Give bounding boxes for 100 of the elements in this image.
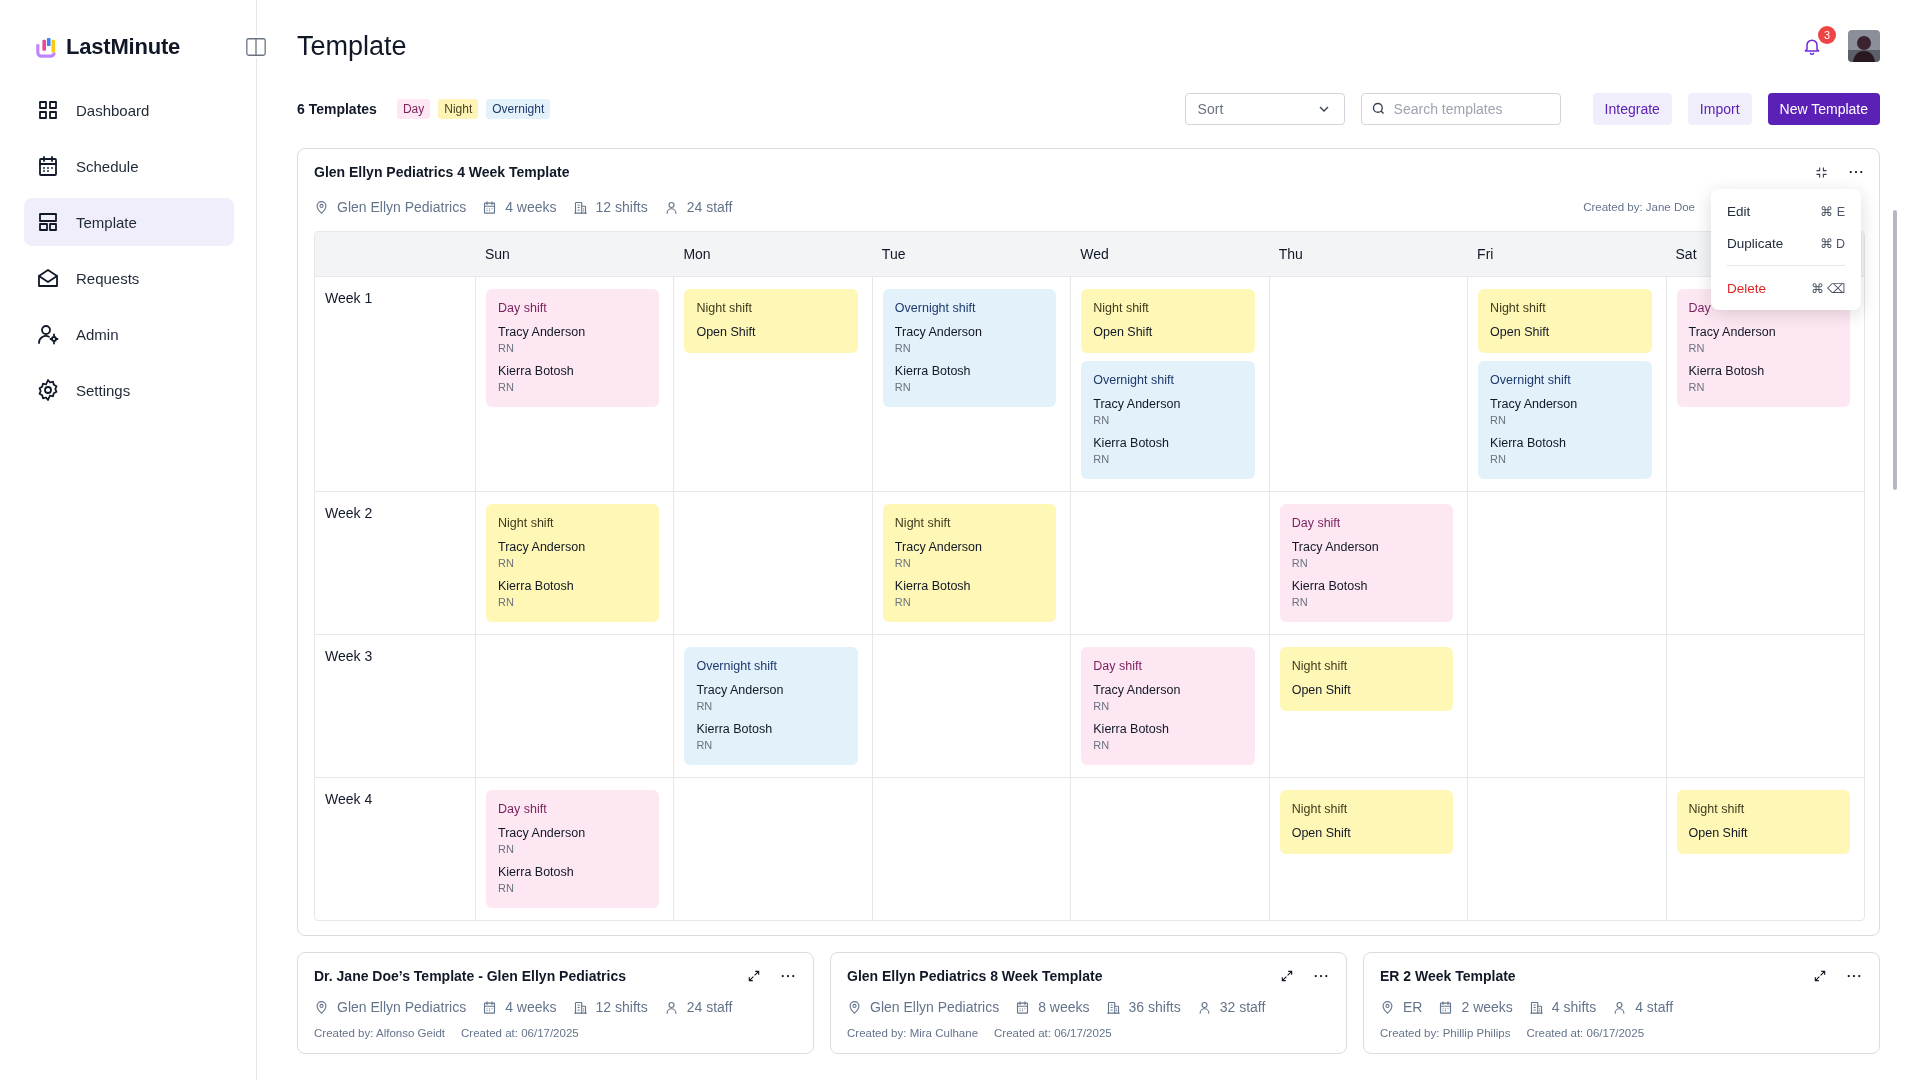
staff-name: Kierra Botosh: [498, 865, 574, 879]
scrollbar[interactable]: [1893, 210, 1897, 490]
staff-role: RN: [498, 596, 514, 608]
shift-card[interactable]: Overnight shift Tracy Anderson RN Kierra Botosh RN: [882, 289, 1057, 407]
template-count: 6 Templates: [297, 101, 377, 117]
shift-card[interactable]: Overnight shift Tracy Anderson RN Kierra Botosh RN: [684, 647, 858, 765]
template-card[interactable]: Glen Ellyn Pediatrics 8 Week Template Glen Ellyn Pediatrics 8 weeks 36 shifts 32 staff Created by: Mira Culhane Created at: 06/17/2025: [830, 952, 1347, 1054]
staff-name: Open Shift: [696, 325, 756, 339]
shift-card[interactable]: Night shift Open Shift: [1279, 647, 1454, 711]
staff-name: Kierra Botosh: [1093, 436, 1169, 450]
shift-card[interactable]: Overnight shift Tracy Anderson RN Kierra Botosh RN: [1081, 361, 1255, 479]
shift-card[interactable]: Night shift Open Shift: [1279, 790, 1454, 854]
notification-bell-icon[interactable]: [1802, 36, 1822, 56]
shift-title: Night shift: [894, 516, 951, 530]
created-by: Created by: Mira Culhane: [847, 1027, 979, 1039]
template-card[interactable]: Dr. Jane Doe’s Template - Glen Ellyn Pediatrics Glen Ellyn Pediatrics 4 weeks 12 shifts 24 staff Created by: Alfonso Geidt Created at: 06/17/2025: [297, 952, 814, 1054]
menu-item[interactable]: Duplicate ⌘ D: [1727, 227, 1845, 259]
created-at: Created at: 06/17/2025: [1526, 1027, 1645, 1039]
toolbar-button[interactable]: New Template: [1767, 93, 1880, 125]
calendar-icon: [1015, 999, 1031, 1015]
nav-item[interactable]: Template: [24, 198, 234, 246]
staff-name: Open Shift: [1490, 325, 1550, 339]
shift-title: Day: [1688, 301, 1711, 315]
shift-card[interactable]: Night shift Open Shift: [1478, 289, 1652, 353]
shift-card[interactable]: Night shift Tracy Anderson RN Kierra Botosh RN: [882, 504, 1057, 622]
shift-card[interactable]: Night shift Open Shift: [1081, 289, 1255, 353]
staff-role: RN: [1688, 381, 1705, 393]
expand-icon[interactable]: [1813, 969, 1827, 983]
expand-icon[interactable]: [1280, 969, 1294, 983]
staff-name: Tracy Anderson: [696, 683, 784, 697]
expand-icon[interactable]: [747, 969, 761, 983]
shift-title: Night shift: [1291, 802, 1348, 816]
sidebar-toggle-icon[interactable]: [245, 36, 267, 58]
day-header: Wed: [1080, 246, 1109, 262]
template-card[interactable]: ER 2 Week Template ER 2 weeks 4 shifts 4 staff Created by: Phillip Philips Created at: 06/17/2025: [1363, 952, 1880, 1054]
staff-role: RN: [1291, 557, 1308, 569]
staff-role: RN: [498, 342, 514, 354]
staff-name: Kierra Botosh: [894, 579, 971, 593]
shift-card[interactable]: Day shift Tracy Anderson RN Kierra Botosh RN: [486, 289, 660, 407]
shift-card[interactable]: Night shift Open Shift: [1676, 790, 1850, 854]
shift-card[interactable]: Day shift Tracy Anderson RN Kierra Botosh RN: [1279, 504, 1454, 622]
sort-dropdown[interactable]: Sort: [1184, 93, 1345, 125]
shift-card[interactable]: Day shift Tracy Anderson RN Kierra Botosh RN: [1081, 647, 1255, 765]
staff-name: Tracy Anderson: [1490, 397, 1578, 411]
staff-role: RN: [1093, 414, 1110, 426]
shift-card[interactable]: Night shift Tracy Anderson RN Kierra Botosh RN: [486, 504, 660, 622]
settings-icon: [36, 378, 60, 402]
meta-text: 8 weeks: [1038, 999, 1090, 1015]
week-label: Week 4: [325, 791, 373, 807]
calendar-icon: [482, 199, 498, 215]
meta-text: 4 shifts: [1551, 999, 1597, 1015]
staff-role: RN: [894, 557, 911, 569]
nav-item[interactable]: Settings: [24, 366, 234, 414]
nav-item[interactable]: Dashboard: [24, 86, 234, 134]
meta-text: Glen Ellyn Pediatrics: [337, 199, 467, 215]
meta-text: 4 weeks: [505, 199, 557, 215]
staff-role: RN: [696, 700, 713, 712]
building-icon: [1528, 999, 1544, 1015]
template-title: Glen Ellyn Pediatrics 4 Week Template: [314, 164, 570, 180]
staff-role: RN: [894, 381, 911, 393]
shift-card[interactable]: Overnight shift Tracy Anderson RN Kierra Botosh RN: [1478, 361, 1652, 479]
staff-name: Kierra Botosh: [498, 364, 574, 378]
shift-title: Night shift: [1688, 802, 1745, 816]
meta-text: Glen Ellyn Pediatrics: [337, 999, 467, 1015]
shift-title: Day shift: [498, 802, 547, 816]
shift-title: Day shift: [1093, 659, 1142, 673]
meta-text: 12 shifts: [595, 199, 648, 215]
staff-name: Open Shift: [1291, 683, 1351, 697]
staff-role: RN: [1093, 739, 1110, 751]
shift-card[interactable]: Day shift Tracy Anderson RN Kierra Botosh RN: [486, 790, 660, 908]
day-header: Thu: [1278, 246, 1303, 262]
shift-title: Night shift: [1291, 659, 1348, 673]
staff-name: Tracy Anderson: [1291, 540, 1379, 554]
legend-tag: Night: [438, 99, 479, 119]
calendar-icon: [36, 154, 60, 178]
shift-title: Night shift: [498, 516, 554, 530]
shift-title: Overnight shift: [1093, 373, 1174, 387]
shift-title: Overnight shift: [894, 301, 976, 315]
grid-icon: [36, 98, 60, 122]
search-field[interactable]: Search templates: [1360, 93, 1561, 125]
week-label: Week 1: [325, 290, 373, 306]
pin-icon: [1380, 999, 1395, 1015]
pin-icon: [847, 999, 862, 1015]
template-title: Glen Ellyn Pediatrics 8 Week Template: [847, 968, 1103, 984]
staff-name: Kierra Botosh: [498, 579, 574, 593]
nav-item[interactable]: Schedule: [24, 142, 234, 190]
shift-card[interactable]: Night shift Open Shift: [684, 289, 858, 353]
nav-item[interactable]: Requests: [24, 254, 234, 302]
staff-role: RN: [1490, 453, 1506, 465]
shift-title: Night shift: [1093, 301, 1149, 315]
search-icon: [1370, 101, 1386, 116]
nav-item[interactable]: Admin: [24, 310, 234, 358]
building-icon: [572, 999, 588, 1015]
toolbar-button[interactable]: Integrate: [1592, 93, 1672, 125]
week-label: Week 3: [325, 648, 373, 664]
staff-name: Tracy Anderson: [1093, 683, 1181, 697]
menu-item[interactable]: Edit ⌘ E: [1727, 195, 1845, 227]
toolbar-button[interactable]: Import: [1687, 93, 1752, 125]
pin-icon: [314, 999, 329, 1015]
calendar-icon: [482, 999, 498, 1015]
